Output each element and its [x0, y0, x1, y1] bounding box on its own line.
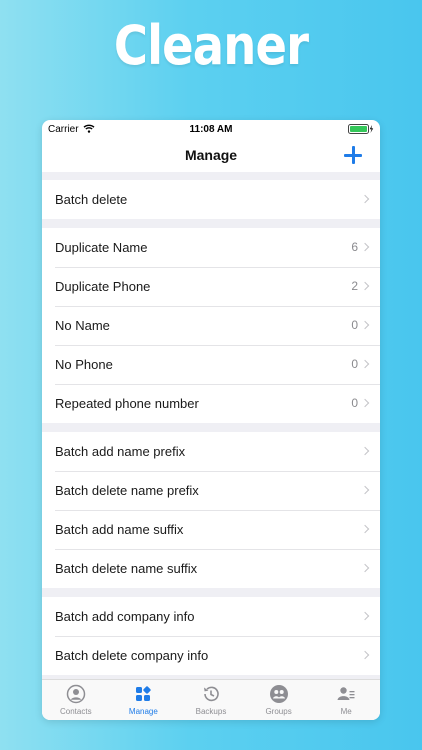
list-item-batch-delete[interactable]: Batch delete	[42, 180, 380, 219]
chevron-right-icon	[360, 194, 370, 204]
list-item-label: Batch add company info	[55, 609, 195, 624]
list-item-label: Batch delete name suffix	[55, 561, 198, 576]
list-item-label: Batch delete name prefix	[55, 483, 199, 498]
list-item-count: 0	[351, 357, 358, 371]
chevron-right-icon	[360, 281, 370, 291]
list-item-batch-delete-name-prefix[interactable]: Batch delete name prefix	[42, 471, 380, 510]
list-item-label: Repeated phone number	[55, 396, 199, 411]
grid-icon	[136, 686, 152, 701]
list-item-no-name[interactable]: No Name 0	[42, 306, 380, 345]
chevron-right-icon	[360, 446, 370, 456]
person-circle-icon	[66, 684, 86, 704]
tab-label: Me	[340, 707, 352, 716]
tab-me[interactable]: Me	[312, 680, 380, 720]
list-group: Batch delete	[42, 180, 380, 219]
list-item-duplicate-phone[interactable]: Duplicate Phone 2	[42, 267, 380, 306]
add-button[interactable]	[342, 144, 364, 166]
list-item-label: Batch delete	[55, 192, 128, 207]
tab-label: Manage	[128, 707, 158, 716]
list-item-label: No Name	[55, 318, 110, 333]
list-item-no-phone[interactable]: No Phone 0	[42, 345, 380, 384]
chevron-right-icon	[360, 242, 370, 252]
list-group: Batch add company info Batch delete comp…	[42, 597, 380, 675]
list-item-duplicate-name[interactable]: Duplicate Name 6	[42, 228, 380, 267]
phone-screen: Carrier 11:08 AM Manage Batch delete Dup…	[42, 120, 380, 720]
history-icon	[203, 686, 219, 702]
chevron-right-icon	[360, 359, 370, 369]
tab-manage[interactable]: Manage	[110, 680, 178, 720]
group-icon	[269, 685, 288, 703]
list-item-label: Batch delete company info	[55, 648, 209, 663]
chevron-right-icon	[360, 563, 370, 573]
page-title: Manage	[184, 147, 238, 163]
chevron-right-icon	[360, 650, 370, 660]
list-item-label: Duplicate Name	[55, 240, 148, 255]
chevron-right-icon	[360, 320, 370, 330]
chevron-right-icon	[360, 398, 370, 408]
profile-card-icon	[337, 687, 355, 700]
list-item-count: 2	[351, 279, 358, 293]
tab-groups[interactable]: Groups	[245, 680, 313, 720]
nav-bar: Manage	[42, 138, 380, 172]
chevron-right-icon	[360, 485, 370, 495]
manage-list: Batch delete Duplicate Name 6 Duplicate …	[42, 172, 380, 679]
tab-label: Backups	[195, 707, 227, 716]
list-item-label: Batch add name prefix	[55, 444, 186, 459]
list-item-repeated-phone-number[interactable]: Repeated phone number 0	[42, 384, 380, 423]
list-item-batch-add-name-prefix[interactable]: Batch add name prefix	[42, 432, 380, 471]
list-item-batch-delete-company-info[interactable]: Batch delete company info	[42, 636, 380, 675]
list-item-batch-delete-name-suffix[interactable]: Batch delete name suffix	[42, 549, 380, 588]
list-group: Batch add name prefix Batch delete name …	[42, 432, 380, 588]
battery-charging-icon	[348, 124, 374, 134]
list-item-count: 0	[351, 396, 358, 410]
list-item-label: No Phone	[55, 357, 113, 372]
hero-title: Cleaner	[113, 14, 309, 77]
tab-backups[interactable]: Backups	[177, 680, 245, 720]
chevron-right-icon	[360, 611, 370, 621]
tab-label: Contacts	[60, 707, 92, 716]
list-item-batch-add-company-info[interactable]: Batch add company info	[42, 597, 380, 636]
list-item-count: 6	[351, 240, 358, 254]
list-item-label: Batch add name suffix	[55, 522, 184, 537]
chevron-right-icon	[360, 524, 370, 534]
tab-label: Groups	[265, 707, 292, 716]
list-item-batch-add-name-suffix[interactable]: Batch add name suffix	[42, 510, 380, 549]
list-item-count: 0	[351, 318, 358, 332]
list-group: Duplicate Name 6 Duplicate Phone 2 No Na…	[42, 228, 380, 423]
list-item-label: Duplicate Phone	[55, 279, 151, 294]
status-time: 11:08 AM	[189, 124, 233, 135]
status-bar: Carrier 11:08 AM	[42, 120, 380, 138]
tab-bar: Contacts Manage Backups Groups Me	[42, 679, 380, 720]
tab-contacts[interactable]: Contacts	[42, 680, 110, 720]
